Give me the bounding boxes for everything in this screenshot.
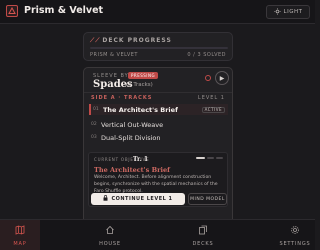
deck-track-count: (3 Tracks): [126, 82, 153, 88]
sleeve-badge: PRESSING: [128, 72, 159, 79]
sun-icon: [273, 7, 281, 17]
nav-label: HOUSE: [99, 240, 121, 247]
mind-model-button[interactable]: MIND MODEL: [188, 193, 227, 205]
progress-solved-count: 0 / 3 SOLVED: [187, 52, 226, 58]
top-bar: Prism & Velvet LIGHT: [0, 0, 315, 24]
objective-track-ref: Tr. 1: [133, 156, 148, 163]
track-number: 03: [91, 135, 97, 140]
track-name: The Architect's Brief: [103, 105, 178, 114]
continue-level-button[interactable]: CONTINUE LEVEL 1: [91, 193, 185, 205]
play-button[interactable]: ▶: [215, 71, 229, 85]
nav-item-decks[interactable]: DECKS: [183, 220, 223, 250]
nav-label: DECKS: [192, 240, 214, 247]
nav-item-house[interactable]: HOUSE: [90, 220, 130, 250]
decks-icon: [198, 225, 208, 238]
nav-label: MAP: [13, 240, 27, 247]
progress-icon: ⟋⟋: [90, 37, 101, 44]
map-icon: [15, 224, 25, 238]
side-label: SIDE A · TRACKS: [91, 95, 153, 101]
bottom-nav: MAP HOUSE DECKS SETTINGS: [0, 219, 315, 250]
objective-description: Welcome, Architect. Before alignment con…: [94, 175, 218, 194]
track-item[interactable]: 02 Vertical Out-Weave: [89, 119, 228, 130]
continue-label: CONTINUE LEVEL 1: [111, 196, 173, 202]
light-label: LIGHT: [283, 9, 303, 15]
deck-progress-card: ⟋⟋ DECK PROGRESS PRISM & VELVET 0 / 3 SOL…: [83, 32, 233, 61]
track-item[interactable]: 01 The Architect's Brief ACTIVE: [89, 104, 228, 115]
track-name: Dual-Split Division: [101, 133, 161, 142]
nav-item-map[interactable]: MAP: [0, 220, 40, 250]
objective-step-dots: [196, 157, 223, 159]
active-badge: ACTIVE: [201, 106, 225, 113]
divider: [84, 92, 232, 93]
app-title: Prism & Velvet: [24, 5, 104, 16]
track-item[interactable]: 03 Dual-Split Division: [89, 132, 228, 143]
deck-progress-title: ⟋⟋ DECK PROGRESS: [90, 37, 172, 44]
progress-deck-name: PRISM & VELVET: [90, 52, 138, 58]
light-mode-toggle[interactable]: LIGHT: [266, 5, 310, 19]
objective-title: The Architect's Brief: [94, 166, 170, 174]
nav-item-settings[interactable]: SETTINGS: [275, 220, 315, 250]
deck-card: SLEEVE BY PRESSING Spades (3 Tracks) ▶ S…: [83, 67, 233, 241]
track-number: 02: [91, 122, 97, 127]
prism-logo-icon: [6, 5, 18, 17]
play-icon: ▶: [219, 74, 225, 82]
track-number: 01: [93, 107, 99, 112]
nav-label: SETTINGS: [279, 240, 311, 247]
level-label: LEVEL 1: [197, 95, 225, 101]
progress-bar: [90, 47, 228, 49]
house-icon: [105, 225, 115, 238]
gear-icon: [290, 225, 300, 238]
track-name: Vertical Out-Weave: [101, 120, 164, 129]
record-icon[interactable]: [205, 75, 211, 81]
lock-icon: [103, 195, 108, 203]
